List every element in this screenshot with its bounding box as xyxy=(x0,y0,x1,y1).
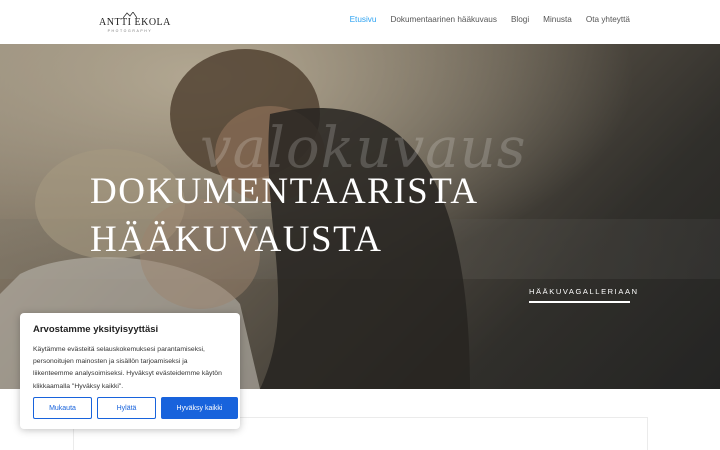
nav-item-minusta[interactable]: Minusta xyxy=(543,15,572,24)
reject-button[interactable]: Hylätä xyxy=(97,397,156,419)
cookie-consent-dialog: Arvostamme yksityisyyttäsi Käytämme eväs… xyxy=(20,313,240,429)
site-header: ANTTI EKOLA PHOTOGRAPHY Etusivu Dokument… xyxy=(0,0,720,44)
logo-name: ANTTI EKOLA xyxy=(99,17,171,28)
site-logo[interactable]: ANTTI EKOLA PHOTOGRAPHY xyxy=(99,12,171,34)
nav-item-blogi[interactable]: Blogi xyxy=(511,15,529,24)
cookie-description: Käytämme evästeitä selauskokemuksesi par… xyxy=(33,346,222,390)
gallery-link-button[interactable]: HÄÄKUVAGALLERIAAN xyxy=(529,287,637,303)
customize-button[interactable]: Mukauta xyxy=(33,397,92,419)
accept-all-button[interactable]: Hyväksy kaikki xyxy=(161,397,238,419)
hero-title-line-1: DOKUMENTAARISTA xyxy=(90,171,479,212)
cookie-title: Arvostamme yksityisyyttäsi xyxy=(33,324,159,335)
nav-item-etusivu[interactable]: Etusivu xyxy=(350,15,377,24)
main-nav: Etusivu Dokumentaarinen hääkuvaus Blogi … xyxy=(350,15,630,24)
logo-subtitle: PHOTOGRAPHY xyxy=(107,29,153,33)
hero-title: DOKUMENTAARISTA HÄÄKUVAUSTA xyxy=(90,168,479,264)
nav-item-ota-yhteytta[interactable]: Ota yhteyttä xyxy=(586,15,630,24)
hero-title-line-2: HÄÄKUVAUSTA xyxy=(90,219,383,260)
nav-item-dokumentaarinen-haakuvaus[interactable]: Dokumentaarinen hääkuvaus xyxy=(390,15,497,24)
cookie-buttons: Mukauta Hylätä Hyväksy kaikki xyxy=(33,397,238,419)
